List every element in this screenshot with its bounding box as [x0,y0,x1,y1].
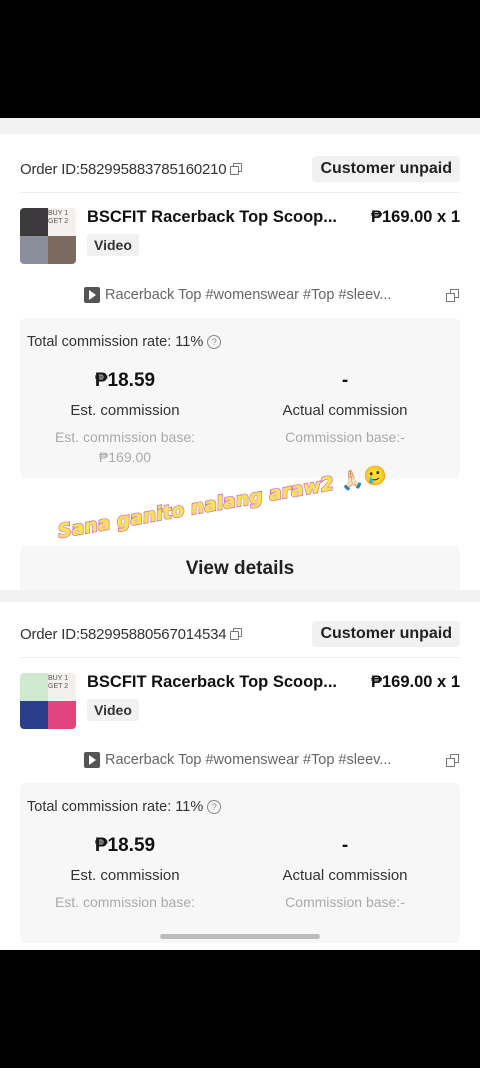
video-caption: Racerback Top #womenswear #Top #sleev... [105,752,392,768]
commission-rate-text: Total commission rate: 11% [27,799,204,815]
thumb-photo [20,236,48,264]
commission-rate: Total commission rate: 11% ? [27,334,222,350]
est-commission-label: Est. commission [70,867,180,884]
actual-commission-column: - Actual commission Commission base:- [240,370,450,447]
actual-commission-base: Commission base:- [285,429,405,445]
order-id: Order ID:582995880567014534 [20,625,243,643]
commission-rate-text: Total commission rate: 11% [27,334,204,350]
est-commission-amount: ₱18.59 [94,370,156,391]
commission-panel: Total commission rate: 11% ? ₱18.59 Est.… [20,318,460,478]
est-commission-base-label: Est. commission base: [54,894,196,910]
est-commission-column: ₱18.59 Est. commission Est. commission b… [20,370,230,467]
open-external-icon[interactable] [446,754,459,767]
actual-commission-label: Actual commission [282,867,408,884]
help-icon[interactable]: ? [207,335,222,349]
thumb-photo [20,701,48,729]
thumb-photo [48,701,76,729]
copy-icon[interactable] [230,163,243,175]
product-price-qty: ₱169.00 x 1 [371,208,460,226]
thumb-photo [48,236,76,264]
est-commission-column: ₱18.59 Est. commission Est. commission b… [20,835,230,912]
commission-panel: Total commission rate: 11% ? ₱18.59 Est.… [20,783,460,943]
est-commission-base-label: Est. commission base: [54,429,196,445]
thumb-promo-text: BUY 1 GET 2 [48,210,69,225]
video-caption: Racerback Top #womenswear #Top #sleev... [105,287,392,303]
card-separator [0,590,480,602]
order-card: Order ID:582995880567014534 Customer unp… [0,611,480,950]
order-id-text: Order ID:582995883785160210 [20,160,227,178]
est-commission-base: Est. commission base: ₱169.00 [20,427,230,467]
actual-commission-amount: - [341,370,349,391]
view-details-button[interactable]: View details [20,546,460,592]
product-title: BSCFIT Racerback Top Scoop... [87,208,337,226]
order-header: Order ID:582995883785160210 Customer unp… [20,146,460,193]
product-title: BSCFIT Racerback Top Scoop... [87,673,337,691]
est-commission-amount: ₱18.59 [94,835,156,856]
product-thumbnail: BUY 1 GET 2 [20,208,76,264]
commission-rate: Total commission rate: 11% ? [27,799,222,815]
top-separator [0,118,480,134]
product-row[interactable]: BUY 1 GET 2 BSCFIT Racerback Top Scoop..… [20,673,460,733]
content-type-badge: Video [87,234,139,256]
est-commission-label: Est. commission [70,402,180,419]
actual-commission-amount: - [341,835,349,856]
video-play-icon [84,287,100,303]
status-badge: Customer unpaid [312,156,460,182]
status-badge: Customer unpaid [312,621,460,647]
video-link-row[interactable]: Racerback Top #womenswear #Top #sleev... [84,284,459,306]
order-header: Order ID:582995880567014534 Customer unp… [20,611,460,658]
actual-commission-column: - Actual commission Commission base:- [240,835,450,912]
video-play-icon [84,752,100,768]
est-commission-base-value: ₱169.00 [98,449,152,465]
actual-commission-base: Commission base:- [285,894,405,910]
thumb-photo [20,673,48,701]
order-id-text: Order ID:582995880567014534 [20,625,227,643]
thumb-promo-text: BUY 1 GET 2 [48,675,69,690]
product-row[interactable]: BUY 1 GET 2 BSCFIT Racerback Top Scoop..… [20,208,460,268]
open-external-icon[interactable] [446,289,459,302]
actual-commission-label: Actual commission [282,402,408,419]
home-indicator[interactable] [160,934,320,939]
product-thumbnail: BUY 1 GET 2 [20,673,76,729]
product-price-qty: ₱169.00 x 1 [371,673,460,691]
thumb-photo [20,208,48,236]
content-type-badge: Video [87,699,139,721]
video-link-row[interactable]: Racerback Top #womenswear #Top #sleev... [84,749,459,771]
order-id: Order ID:582995883785160210 [20,160,243,178]
help-icon[interactable]: ? [207,800,222,814]
copy-icon[interactable] [230,628,243,640]
